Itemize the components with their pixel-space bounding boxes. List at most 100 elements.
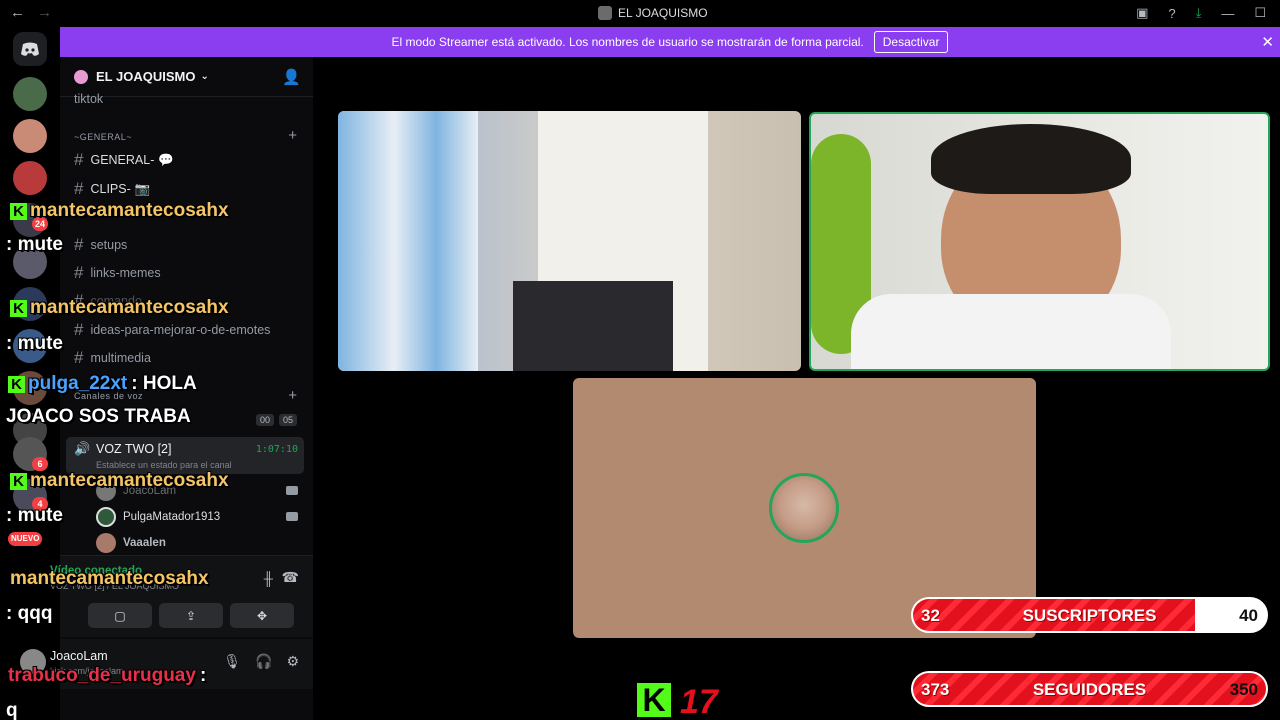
add-channel-icon[interactable]: +	[288, 127, 297, 144]
disable-streamer-button[interactable]: Desactivar	[873, 31, 949, 53]
subscribers-goal: 40	[1239, 606, 1258, 625]
maximize-button[interactable]: ☐	[1254, 5, 1266, 21]
chat-username: trabuco_de_uruguay	[8, 665, 196, 686]
chat-username: pulga_22xt	[28, 373, 128, 394]
chat-user: Kpulga_22xt: HOLA	[8, 373, 197, 395]
banner-text: El modo Streamer está activado. Los nomb…	[391, 35, 864, 49]
avatar[interactable]	[769, 473, 839, 543]
window-title: EL JOAQUISMO	[598, 6, 708, 20]
video-tile-screen[interactable]	[338, 111, 801, 371]
chat-message: : HOLA	[131, 373, 197, 394]
chat-message: : mute	[6, 505, 63, 526]
channel-ideas[interactable]: # ideas-para-mejorar-o-de-emotes	[74, 320, 270, 340]
invite-icon[interactable]: 👤	[282, 68, 301, 86]
kick-logo-icon: K	[637, 683, 671, 717]
voice-timer: 1:07:10	[255, 444, 298, 455]
minimize-button[interactable]: —	[1221, 6, 1234, 21]
channel-links-memes[interactable]: # links-memes	[74, 263, 161, 283]
title-bar: ← → EL JOAQUISMO ▣ ? ⤓ — ☐	[0, 0, 1280, 27]
channel-general[interactable]: # GENERAL- 💬	[74, 150, 174, 170]
chat-message: : mute	[6, 234, 63, 255]
followers-goal-bar: 373 SEGUIDORES 350	[911, 671, 1268, 707]
voice-user[interactable]: PulgaMatador1913	[96, 507, 220, 527]
chat-message: :	[199, 665, 207, 686]
channel-tiktok[interactable]: tiktok	[74, 92, 103, 106]
window-controls: ▣ ? ⤓ — ☐	[1136, 5, 1266, 21]
channel-setups[interactable]: # setups	[74, 235, 127, 255]
screen-share-icon: ⇪	[185, 608, 197, 623]
headphones-icon[interactable]: 🎧	[255, 653, 272, 670]
followers-goal: 350	[1229, 680, 1258, 699]
avatar	[96, 507, 116, 527]
voice-channel-status[interactable]: Establece un estado para el canal	[96, 460, 232, 470]
forward-button[interactable]: →	[37, 4, 52, 21]
chat-user: Kmantecamantecosahx	[10, 470, 229, 492]
hash-icon: #	[74, 348, 84, 367]
settings-gear-icon[interactable]: ⚙	[286, 653, 299, 670]
hash-icon: #	[74, 235, 84, 254]
disconnect-icon[interactable]: ☎	[282, 569, 299, 586]
subscribers-label: SUSCRIPTORES	[1022, 606, 1157, 625]
username[interactable]: JoacoLam	[50, 649, 108, 663]
window-title-text: EL JOAQUISMO	[618, 6, 708, 20]
kick-badge-icon: K	[10, 203, 27, 220]
kick-badge-icon: K	[10, 300, 27, 317]
hash-icon: #	[74, 263, 84, 282]
voice-user-name: Vaaalen	[123, 537, 166, 549]
user-controls: 🎙 🎧 ⚙	[223, 653, 299, 670]
channel-label: links-memes	[90, 266, 161, 280]
noise-suppression-icon[interactable]: ╫	[264, 571, 273, 586]
chair-video	[513, 281, 673, 371]
hash-icon: #	[74, 150, 84, 169]
channel-label: CLIPS-	[90, 182, 131, 196]
voice-user[interactable]: Vaaalen	[96, 533, 166, 553]
channel-clips[interactable]: # CLIPS- 📷	[74, 179, 150, 199]
download-icon[interactable]: ⤓	[1196, 5, 1202, 21]
channel-label: GENERAL-	[90, 153, 155, 167]
channel-label: ideas-para-mejorar-o-de-emotes	[90, 323, 271, 337]
server-icon-1[interactable]	[13, 77, 47, 111]
camera-icon: ▢	[114, 608, 126, 623]
user-limit: 05	[279, 414, 298, 426]
back-button[interactable]: ←	[10, 4, 25, 21]
help-icon[interactable]: ?	[1168, 6, 1175, 21]
hash-icon: #	[74, 320, 84, 339]
chat-message: : qqq	[6, 603, 53, 624]
chat-message: : mute	[6, 333, 63, 354]
channel-label: multimedia	[90, 351, 151, 365]
server-icon-2[interactable]	[13, 119, 47, 153]
new-badge: NUEVO	[8, 532, 43, 546]
channel-multimedia[interactable]: # multimedia	[74, 348, 151, 368]
screen-share-button[interactable]: ⇪	[159, 603, 223, 628]
camera-button[interactable]: ▢	[88, 603, 152, 628]
server-boost-icon	[74, 69, 88, 84]
speaker-icon: 🔊	[74, 441, 91, 456]
video-camera-icon	[286, 512, 298, 521]
server-icon-3[interactable]	[13, 161, 47, 195]
chat-user: Kmantecamantecosahx	[10, 297, 229, 319]
streamer-mode-banner: El modo Streamer está activado. Los nomb…	[60, 27, 1280, 57]
activities-button[interactable]: ✥	[230, 603, 294, 628]
server-header[interactable]: EL JOAQUISMO ⌄ 👤	[60, 57, 313, 97]
chat-user: Kmantecamantecosahx	[10, 200, 229, 222]
inbox-icon[interactable]: ▣	[1136, 5, 1148, 21]
channel-label: tiktok	[74, 92, 104, 106]
kick-badge-icon: K	[8, 376, 25, 393]
home-button[interactable]	[13, 32, 47, 66]
camera-icon: 📷	[134, 181, 151, 196]
user-count: 00	[256, 414, 275, 426]
person-video	[338, 111, 478, 371]
chat-username: mantecamantecosahx	[30, 470, 229, 491]
add-voice-channel-icon[interactable]: +	[288, 387, 297, 404]
voice-channel-voz-two[interactable]: 🔊 VOZ TWO [2] 1:07:10 Establece un estad…	[66, 437, 304, 474]
microphone-icon[interactable]: 🎙	[223, 653, 241, 670]
chat-message: q	[6, 700, 18, 720]
history-nav: ← →	[10, 4, 60, 21]
chat-username: mantecamantecosahx	[30, 200, 229, 221]
avatar	[96, 533, 116, 553]
category-general[interactable]: ~GENERAL~	[74, 132, 132, 142]
chat-message: JOACO SOS TRABA	[6, 406, 191, 427]
video-tile-webcam[interactable]	[809, 112, 1270, 371]
close-icon[interactable]: ✕	[1261, 33, 1274, 51]
server-icon	[598, 6, 612, 20]
